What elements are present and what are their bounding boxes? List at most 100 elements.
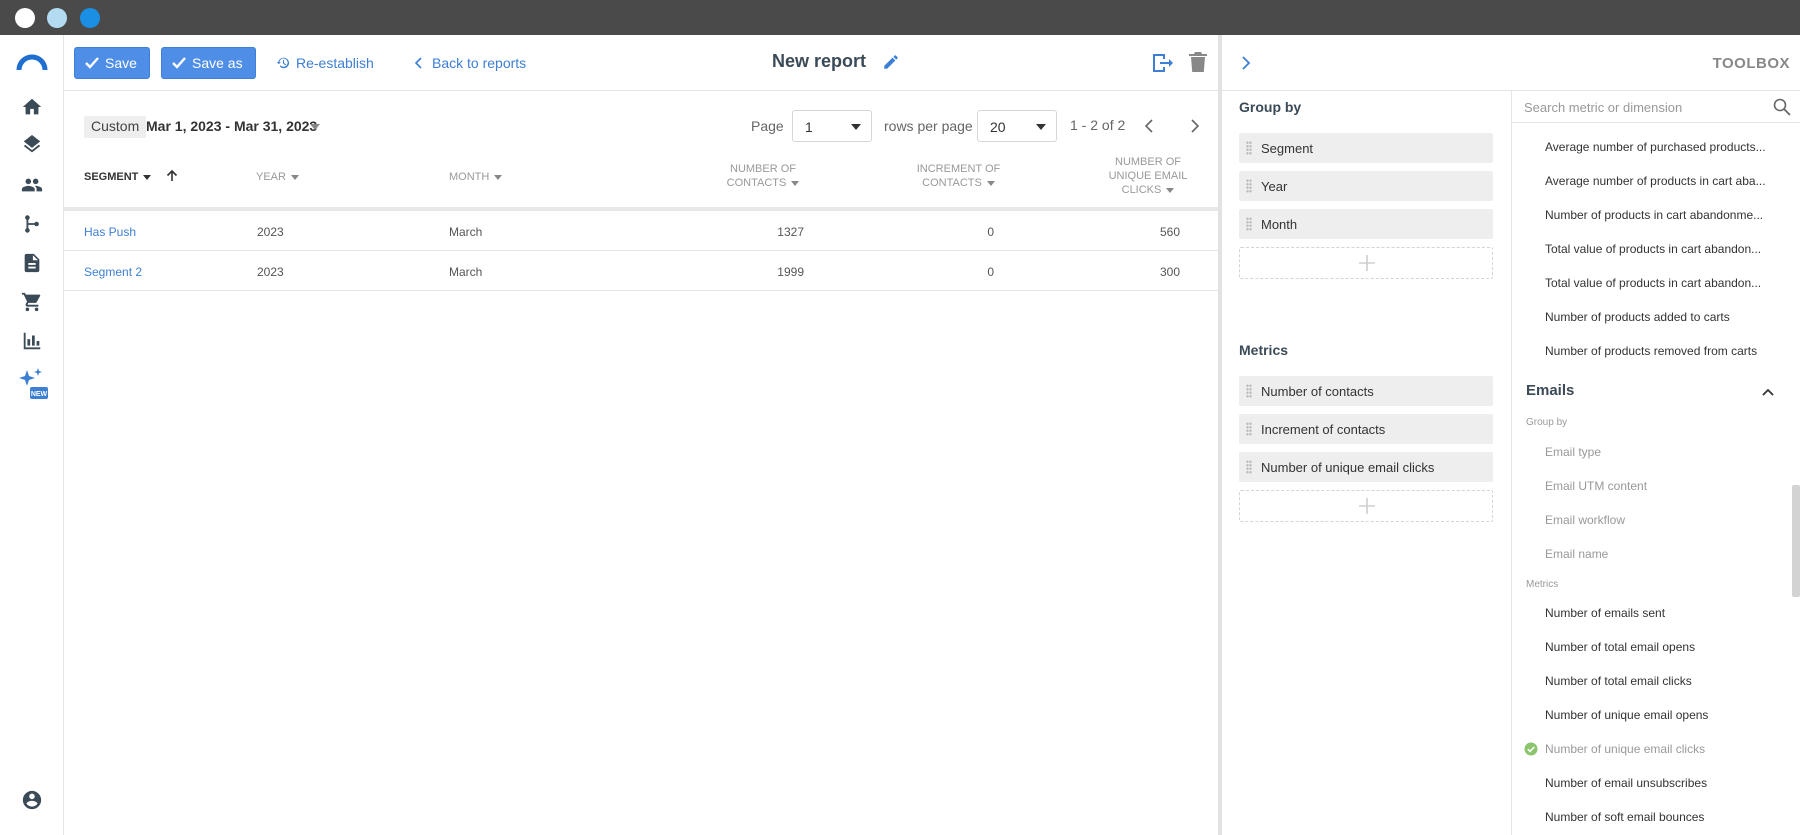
column-header-contacts[interactable]: NUMBER OF CONTACTS [718,162,808,190]
back-to-reports-label: Back to reports [432,55,527,71]
reestablish-button[interactable]: Re-establish [276,47,374,79]
window-close-dot[interactable] [15,8,35,28]
caret-down-icon[interactable] [290,174,299,180]
table-row: Segment 2 2023 March 1999 0 300 [64,251,1220,291]
email-metric-item[interactable]: Number of unique email opens [1545,708,1771,722]
email-metric-item[interactable]: Number of email unsubscribes [1545,776,1771,790]
column-header-label: YEAR [256,171,286,183]
group-by-chip-label: Year [1261,179,1288,194]
metric-chip[interactable]: Number of unique email clicks [1239,452,1493,482]
email-metric-item[interactable]: Number of total email clicks [1545,674,1771,688]
column-header-segment[interactable]: SEGMENT [84,170,152,184]
edit-pencil-icon[interactable] [882,53,900,71]
report-toolbar: Save Save as Re-establish Back to report… [64,35,1220,91]
drag-handle-icon[interactable] [1246,179,1252,193]
library-metric-item[interactable]: Total value of products in cart abandon.… [1545,242,1771,256]
column-header-unique-clicks[interactable]: NUMBER OF UNIQUE EMAIL CLICKS [1098,155,1198,197]
library-metric-item[interactable]: Number of products in cart abandonme... [1545,208,1771,222]
history-icon [276,57,290,69]
prev-page-icon[interactable] [1140,116,1160,136]
library-scrollbar[interactable] [1792,485,1800,597]
rows-per-page-select[interactable]: 20 [977,110,1057,142]
library-metric-item[interactable]: Number of products added to carts [1545,310,1771,324]
group-by-chip[interactable]: Month [1239,209,1493,239]
cart-icon[interactable] [20,290,44,314]
page-select[interactable]: 1 [792,110,872,142]
library-metric-item[interactable]: Average number of products in cart aba..… [1545,174,1771,188]
emails-section-title[interactable]: Emails [1526,382,1574,399]
metric-chip[interactable]: Number of contacts [1239,376,1493,406]
reports-icon[interactable] [20,329,44,353]
column-header-month[interactable]: MONTH [449,170,503,184]
panel-resize-divider[interactable] [1218,35,1222,835]
email-dimension-item[interactable]: Email workflow [1545,513,1771,527]
search-metric-input[interactable]: Search metric or dimension [1512,91,1800,123]
caret-down-icon[interactable] [986,180,995,186]
back-to-reports-link[interactable]: Back to reports [412,47,526,79]
email-dimension-item[interactable]: Email UTM content [1545,479,1771,493]
workflow-icon[interactable] [20,212,44,236]
plus-icon [1359,498,1375,514]
ai-sparkle-icon[interactable]: NEW [18,368,48,402]
year-cell: 2023 [257,265,284,279]
group-by-chip[interactable]: Year [1239,171,1493,201]
table-row: Has Push 2023 March 1327 0 560 [64,211,1220,251]
email-metric-item[interactable]: Number of emails sent [1545,606,1771,620]
chevron-right-icon[interactable] [1236,53,1256,73]
window-maximize-dot[interactable] [80,8,100,28]
plus-icon [1359,255,1375,271]
window-titlebar [0,0,1800,35]
caret-down-icon [1036,124,1046,130]
app-logo-icon[interactable] [16,49,48,73]
sort-ascending-icon[interactable] [164,168,180,184]
email-dimension-item[interactable]: Email type [1545,445,1771,459]
account-icon[interactable] [20,788,44,812]
date-range-picker[interactable]: Mar 1, 2023 - Mar 31, 2023 [146,118,317,134]
group-by-chip[interactable]: Segment [1239,133,1493,163]
column-header-label: SEGMENT [84,171,139,183]
caret-down-icon[interactable] [1166,187,1175,193]
date-range-caret-icon[interactable] [310,124,320,130]
library-metric-item[interactable]: Total value of products in cart abandon.… [1545,276,1771,290]
caret-down-icon[interactable] [494,174,503,180]
column-header-increment[interactable]: INCREMENT OF CONTACTS [906,162,1011,190]
save-as-button[interactable]: Save as [161,47,256,79]
delete-icon[interactable] [1188,51,1208,73]
date-preset-chip[interactable]: Custom [84,116,147,138]
email-metric-item[interactable]: Number of soft email bounces [1545,810,1771,824]
drag-handle-icon[interactable] [1246,384,1252,398]
library-metric-item[interactable]: Number of products removed from carts [1545,344,1771,358]
drag-handle-icon[interactable] [1246,460,1252,474]
email-metric-item[interactable]: Number of total email opens [1545,640,1771,654]
layers-icon[interactable] [20,134,44,158]
column-header-year[interactable]: YEAR [256,170,299,184]
drag-handle-icon[interactable] [1246,217,1252,231]
home-icon[interactable] [20,95,44,119]
drag-handle-icon[interactable] [1246,141,1252,155]
save-button-label: Save [105,55,137,71]
drag-handle-icon[interactable] [1246,422,1252,436]
add-group-by-dropzone[interactable] [1239,247,1493,279]
email-metric-item-selected[interactable]: Number of unique email clicks [1545,742,1771,756]
caret-down-icon[interactable] [143,174,152,180]
window-minimize-dot[interactable] [47,8,67,28]
next-page-icon[interactable] [1184,116,1204,136]
contacts-cell: 1999 [777,265,804,279]
library-metric-item[interactable]: Average number of purchased products... [1545,140,1771,154]
group-by-title: Group by [1239,99,1302,115]
add-metric-dropzone[interactable] [1239,490,1493,522]
contacts-icon[interactable] [20,173,44,197]
emails-group-by-label: Group by [1526,417,1568,428]
segment-cell-link[interactable]: Has Push [84,225,136,239]
search-icon[interactable] [1772,97,1792,117]
email-dimension-item[interactable]: Email name [1545,547,1771,561]
document-icon[interactable] [20,251,44,275]
metric-chip[interactable]: Increment of contacts [1239,414,1493,444]
group-by-chip-label: Segment [1261,141,1314,156]
chevron-up-icon[interactable] [1760,384,1776,400]
caret-down-icon[interactable] [791,180,800,186]
export-icon[interactable] [1150,52,1174,74]
metric-chip-label: Increment of contacts [1261,422,1386,437]
segment-cell-link[interactable]: Segment 2 [84,265,142,279]
save-button[interactable]: Save [74,47,150,79]
